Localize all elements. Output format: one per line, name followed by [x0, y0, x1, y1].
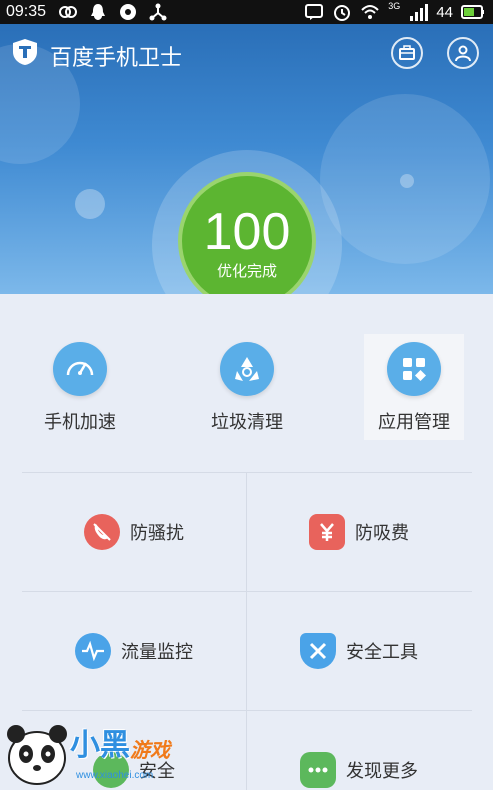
phone-block-icon [84, 514, 120, 550]
watermark-brand-sub: 游戏 [130, 738, 170, 762]
quick-action-label: 应用管理 [378, 412, 450, 433]
score-label: 优化完成 [216, 262, 277, 280]
feature-label: 安全工具 [346, 642, 418, 663]
optimize-score-button[interactable]: 100 优化完成 [178, 172, 316, 310]
decor-bubble [75, 189, 105, 219]
feature-traffic-monitor[interactable]: 流量监控 [22, 592, 246, 710]
qq-icon [91, 4, 105, 20]
score-value: 100 [203, 203, 291, 261]
alarm-icon [334, 5, 351, 21]
quick-action-label: 垃圾清理 [211, 412, 283, 433]
speedometer-icon [53, 342, 107, 396]
signal-icon [410, 4, 429, 21]
status-time: 09:35 [6, 3, 47, 20]
panda-logo-icon [7, 725, 67, 785]
message-icon [305, 4, 324, 20]
more-dots-icon [300, 752, 336, 788]
feature-label: 防骚扰 [130, 523, 184, 544]
wifi-icon [361, 5, 380, 19]
feature-discover-more[interactable]: 发现更多 [247, 711, 471, 790]
decor-bubble [400, 174, 414, 188]
network-type: 3G [388, 1, 401, 11]
feature-label: 发现更多 [346, 761, 418, 782]
recycle-icon [220, 342, 274, 396]
feature-security-tools[interactable]: 安全工具 [247, 592, 471, 710]
watermark-brand: 小黑 [70, 728, 130, 763]
traffic-wave-icon [75, 633, 111, 669]
feature-label: 防吸费 [355, 523, 409, 544]
shield-logo-icon [13, 39, 37, 65]
battery-icon [461, 5, 484, 19]
feature-anti-fee[interactable]: 防吸费 [247, 473, 471, 591]
watermark-url: www.xiaohei.com [76, 770, 154, 781]
account-button[interactable] [447, 37, 479, 69]
share-icon [149, 3, 167, 21]
toolbox-button[interactable] [391, 37, 423, 69]
link-icon [59, 6, 77, 18]
battery-level: 44 [436, 3, 453, 21]
tools-shield-icon [300, 633, 336, 669]
yuan-shield-icon [309, 514, 345, 550]
user-icon [455, 45, 471, 62]
refresh-icon [120, 4, 136, 20]
feature-label: 流量监控 [121, 642, 193, 663]
briefcase-icon [399, 45, 415, 60]
feature-anti-harass[interactable]: 防骚扰 [22, 473, 246, 591]
quick-action-apps[interactable]: 应用管理 [364, 334, 464, 440]
apps-grid-icon [387, 342, 441, 396]
quick-action-speedup[interactable]: 手机加速 [30, 334, 130, 440]
status-bar: 09:35 3G 44 [0, 0, 493, 24]
quick-action-clean[interactable]: 垃圾清理 [197, 334, 297, 440]
app-title: 百度手机卫士 [50, 46, 183, 71]
quick-action-label: 手机加速 [44, 412, 116, 433]
watermark: 小黑 游戏 www.xiaohei.com [0, 712, 200, 790]
